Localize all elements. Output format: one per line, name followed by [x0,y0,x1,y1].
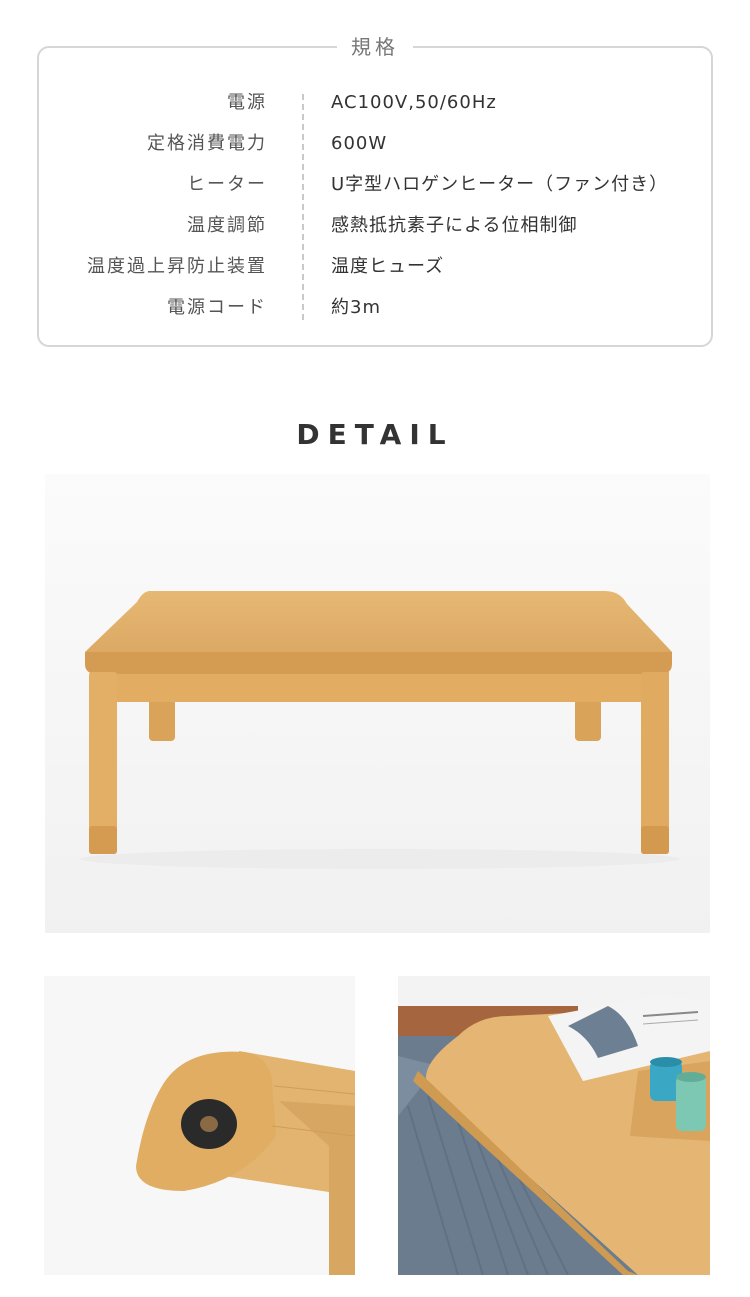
spec-title: 規格 [337,34,413,60]
spec-row: 定格消費電力 600W [39,129,711,169]
spec-label: 定格消費電力 [147,133,267,154]
spec-label: 温度過上昇防止装置 [87,256,267,277]
spec-value: 600W [331,133,388,154]
spec-value: U字型ハロゲンヒーター（ファン付き） [331,174,669,195]
spec-row: 温度過上昇防止装置 温度ヒューズ [39,252,711,292]
detail-title: DETAIL [296,418,454,451]
spec-box: 規格 電源 AC100V,50/60Hz 定格消費電力 600W ヒーター U字… [37,34,713,347]
spec-row: 電源 AC100V,50/60Hz [39,88,711,128]
leg-cap-photo [44,976,355,1275]
spec-value: 感熱抵抗素子による位相制御 [331,215,578,236]
spec-value: 温度ヒューズ [331,256,445,277]
table-lifestyle-photo [398,976,710,1275]
spec-row: ヒーター U字型ハロゲンヒーター（ファン付き） [39,170,711,210]
spec-row: 温度調節 感熱抵抗素子による位相制御 [39,211,711,251]
table-main-photo [45,474,710,933]
spec-row: 電源コード 約3m [39,293,711,333]
spec-label: 電源コード [167,297,267,318]
spec-label: 電源 [227,92,267,113]
spec-value: 約3m [331,297,381,318]
spec-label: ヒーター [187,174,267,195]
spec-label: 温度調節 [187,215,267,236]
spec-value: AC100V,50/60Hz [331,92,497,113]
